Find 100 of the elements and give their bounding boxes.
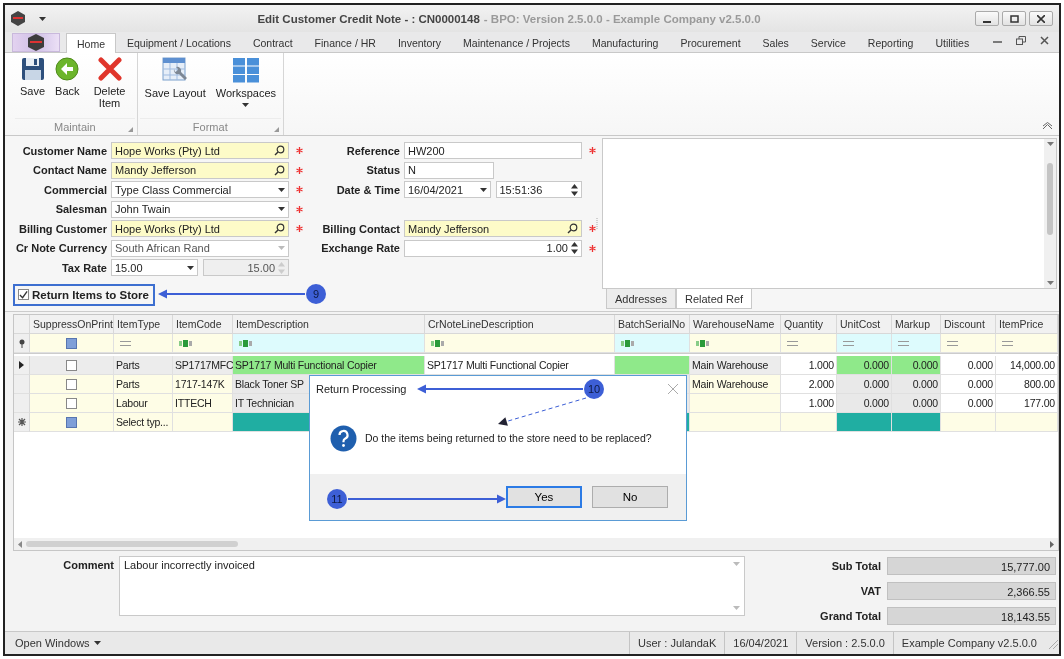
dialog-button[interactable]: No: [592, 486, 668, 508]
ribbon-tab[interactable]: Inventory: [386, 33, 453, 52]
required-icon: [588, 147, 596, 155]
close-button[interactable]: [1029, 11, 1053, 26]
dialog-button[interactable]: Yes: [506, 486, 582, 508]
input-field[interactable]: Hope Works (Pty) Ltd: [111, 142, 289, 160]
filter-cell[interactable]: [30, 334, 114, 353]
checkbox[interactable]: [66, 378, 77, 390]
filter-cell[interactable]: [781, 334, 837, 353]
ribbon-tab[interactable]: Finance / HR: [303, 33, 387, 52]
column-header[interactable]: ItemType: [114, 315, 173, 334]
input-field[interactable]: 15.00: [111, 259, 198, 277]
equals-icon: [843, 340, 854, 346]
checkbox[interactable]: [66, 359, 77, 371]
table-cell: Select typ...: [114, 413, 173, 432]
maximize-button[interactable]: [1002, 11, 1026, 26]
table-cell: Main Warehouse: [690, 375, 781, 394]
table-cell: 14,000.00: [996, 356, 1058, 375]
column-header[interactable]: UnitCost: [837, 315, 892, 334]
row-header[interactable]: [14, 413, 30, 432]
checkmark-icon: [19, 289, 28, 300]
column-header[interactable]: ItemPrice: [996, 315, 1058, 334]
input-field[interactable]: Mandy Jefferson: [404, 220, 582, 238]
restore-icon[interactable]: [1016, 35, 1026, 45]
app-logo-icon: [27, 34, 45, 51]
filter-cell[interactable]: [173, 334, 233, 353]
column-header[interactable]: Quantity: [781, 315, 837, 334]
ribbon-tab[interactable]: Home: [66, 33, 116, 53]
filter-cell[interactable]: [114, 334, 173, 353]
input-field[interactable]: 15:51:36: [495, 181, 582, 199]
filter-cell[interactable]: [837, 334, 892, 353]
ribbon-tab[interactable]: Sales: [751, 33, 800, 52]
filter-cell[interactable]: [690, 334, 781, 353]
scroll-left-icon[interactable]: [18, 540, 22, 548]
column-header[interactable]: ItemCode: [173, 315, 233, 334]
ribbon-tab[interactable]: Reporting: [856, 33, 925, 52]
ribbon-button[interactable]: Delete Item: [84, 57, 135, 109]
field-label: Salesman: [54, 203, 108, 216]
close-icon[interactable]: [1040, 35, 1049, 45]
ribbon-button[interactable]: Back: [50, 57, 85, 97]
column-header[interactable]: ItemDescription: [233, 315, 425, 334]
close-icon: [97, 57, 122, 81]
return-items-checkbox[interactable]: Return Items to Store: [13, 283, 155, 306]
filter-cell[interactable]: [233, 334, 425, 353]
field-label: Exchange Rate: [320, 242, 401, 255]
table-wrench-icon: [162, 57, 189, 83]
launcher-icon[interactable]: [127, 127, 133, 132]
total-value: 15,777.00: [887, 557, 1056, 575]
ribbon-tab[interactable]: Equipment / Locations: [116, 33, 242, 52]
table-cell: 0.000: [941, 375, 996, 394]
column-header[interactable]: CrNoteLineDescription: [425, 315, 615, 334]
input-field[interactable]: HW200: [404, 142, 582, 160]
ribbon-button[interactable]: Workspaces: [210, 57, 282, 107]
field-label: Status: [365, 164, 401, 177]
filter-cell[interactable]: [892, 334, 941, 353]
comment-field[interactable]: Labour incorrectly invoiced: [119, 556, 745, 616]
ribbon-tab[interactable]: Contract: [241, 33, 304, 52]
row-header[interactable]: [14, 356, 30, 375]
filter-cell[interactable]: [425, 334, 615, 353]
open-windows-menu[interactable]: Open Windows: [5, 637, 111, 649]
input-field[interactable]: 1.00: [404, 239, 582, 257]
filter-cell[interactable]: [996, 334, 1058, 353]
checkbox[interactable]: [66, 397, 77, 409]
column-header[interactable]: Markup: [892, 315, 941, 334]
checkbox[interactable]: [66, 416, 77, 428]
column-header[interactable]: SuppressOnPrint: [30, 315, 114, 334]
filter-checkbox[interactable]: [66, 337, 77, 349]
search-icon: [274, 223, 285, 235]
collapse-icon[interactable]: [1042, 122, 1053, 130]
launcher-icon[interactable]: [274, 127, 280, 132]
table-cell: 0.000: [892, 375, 941, 394]
ribbon-button[interactable]: Save Layout: [139, 57, 211, 99]
minimize-button[interactable]: [975, 11, 999, 26]
column-header[interactable]: Discount: [941, 315, 996, 334]
ribbon-tab[interactable]: Maintenance / Projects: [452, 33, 581, 52]
scroll-right-icon[interactable]: [1050, 540, 1054, 548]
ribbon-tab[interactable]: Manufacturing: [580, 33, 670, 52]
scrollbar-thumb[interactable]: [26, 541, 238, 547]
filter-cell[interactable]: [615, 334, 690, 353]
app-menu-button[interactable]: [12, 33, 60, 52]
column-header[interactable]: BatchSerialNo: [615, 315, 690, 334]
input-field[interactable]: Hope Works (Pty) Ltd: [111, 220, 289, 238]
ribbon-tab[interactable]: Utilities: [924, 33, 981, 52]
input-field[interactable]: Type Class Commercial: [111, 181, 289, 199]
table-cell: Labour: [114, 394, 173, 413]
panel-tab[interactable]: Related Ref: [676, 289, 753, 309]
equals-icon: [898, 340, 909, 346]
input-field[interactable]: John Twain: [111, 200, 289, 218]
status-item: 16/04/2021: [724, 632, 797, 654]
panel-tab[interactable]: Addresses: [606, 289, 676, 309]
required-icon: [295, 225, 303, 233]
filter-cell[interactable]: [941, 334, 996, 353]
ribbon-button[interactable]: Save: [15, 57, 51, 97]
equals-icon: [120, 340, 131, 346]
ribbon-tab[interactable]: Service: [799, 33, 857, 52]
ribbon-tab[interactable]: Procurement: [669, 33, 752, 52]
input-field[interactable]: N: [404, 161, 494, 179]
column-header[interactable]: WarehouseName: [690, 315, 781, 334]
input-field[interactable]: 16/04/2021: [404, 181, 491, 199]
input-field[interactable]: Mandy Jefferson: [111, 161, 289, 179]
